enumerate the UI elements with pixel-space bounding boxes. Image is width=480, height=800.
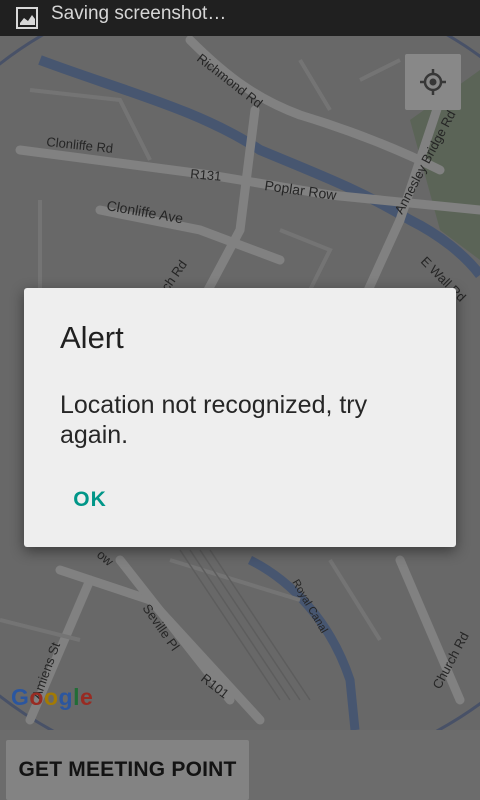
google-logo-letter: G	[11, 684, 30, 710]
dialog-message: Location not recognized, try again.	[60, 391, 368, 449]
google-logo-letter: e	[79, 684, 94, 710]
status-bar: Saving screenshot…	[0, 0, 480, 36]
google-logo-letter: o	[43, 684, 59, 710]
dialog-title: Alert	[60, 320, 124, 355]
ok-button[interactable]: OK	[60, 478, 120, 522]
screenshot-icon	[16, 7, 38, 29]
map-label-r131: R131	[190, 166, 222, 184]
google-logo: Google	[11, 684, 93, 711]
google-logo-letter: g	[58, 684, 74, 710]
crosshair-icon	[420, 69, 446, 95]
my-location-button[interactable]	[405, 54, 461, 110]
get-meeting-point-button[interactable]: GET MEETING POINT	[6, 740, 249, 800]
alert-dialog: Alert Location not recognized, try again…	[24, 288, 456, 547]
status-notification-text: Saving screenshot…	[51, 3, 227, 24]
google-logo-letter: o	[29, 684, 44, 710]
google-logo-letter: l	[73, 684, 80, 710]
